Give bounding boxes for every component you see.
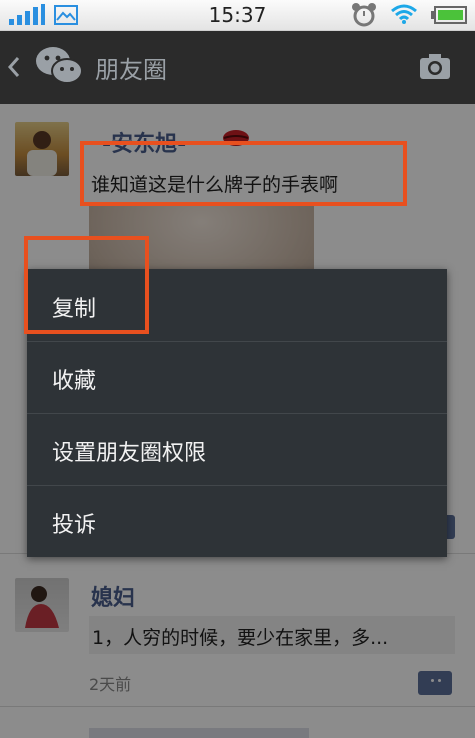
menu-item-moments-permission[interactable]: 设置朋友圈权限 [27, 413, 447, 486]
highlight-post-text [80, 141, 407, 206]
wechat-logo-icon [36, 47, 83, 84]
menu-item-label: 收藏 [52, 369, 97, 394]
status-bar: 15:37 [0, 0, 475, 31]
menu-item-label: 设置朋友圈权限 [52, 441, 207, 466]
menu-item-label: 投诉 [52, 513, 97, 538]
battery-icon [431, 6, 467, 24]
camera-icon[interactable] [419, 52, 451, 80]
wifi-icon [391, 4, 417, 24]
menu-item-favorite[interactable]: 收藏 [27, 341, 447, 414]
alarm-clock-icon [352, 3, 376, 27]
highlight-copy-item [24, 236, 149, 334]
page-title: 朋友圈 [95, 56, 167, 84]
menu-item-report[interactable]: 投诉 [27, 485, 447, 557]
back-chevron-icon[interactable] [6, 55, 22, 79]
title-bar: 朋友圈 [0, 31, 475, 104]
